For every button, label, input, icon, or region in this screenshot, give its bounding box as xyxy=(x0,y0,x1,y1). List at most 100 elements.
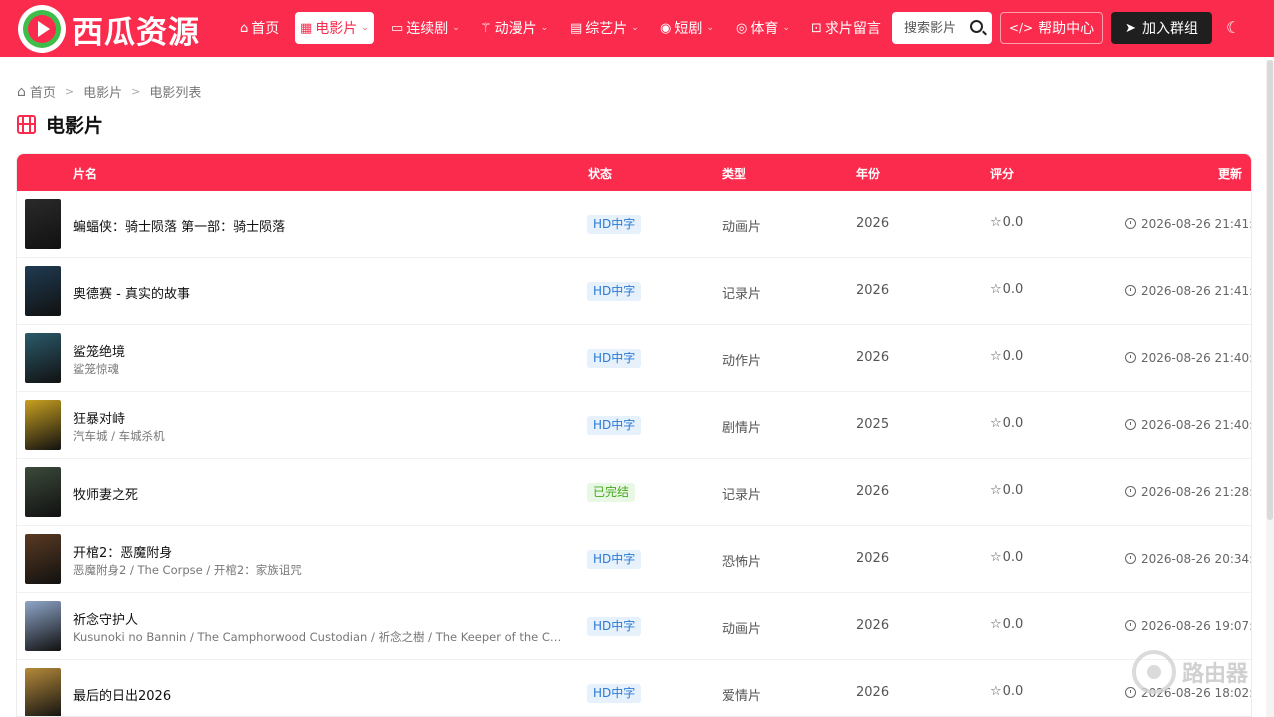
page-heading: 电影片 xyxy=(17,111,103,138)
movie-score: ☆0.0 xyxy=(990,550,1024,565)
movie-title[interactable]: 蝙蝠侠：骑士陨落 第一部：骑士陨落 xyxy=(73,216,285,235)
send-icon: ➤ xyxy=(1125,20,1136,36)
nav-item-sports[interactable]: ◎ 体育 ⌄ xyxy=(731,12,795,44)
film-icon xyxy=(17,115,36,134)
movie-title[interactable]: 鲨笼绝境 xyxy=(73,341,125,360)
update-time: 2026-08-26 21:40:1 xyxy=(1125,418,1251,432)
col-status: 状态 xyxy=(588,167,613,181)
chevron-down-icon: ⌄ xyxy=(361,23,369,33)
movie-title[interactable]: 最后的日出2026 xyxy=(73,685,171,704)
table-header: 片名 状态 类型 年份 评分 更新 xyxy=(17,154,1251,191)
dark-mode-moon-icon[interactable]: ☾ xyxy=(1226,18,1240,37)
movie-type: 动画片 xyxy=(722,622,762,637)
help-center-button[interactable]: </> 帮助中心 xyxy=(1000,12,1103,44)
col-year: 年份 xyxy=(856,167,881,181)
chevron-down-icon: ⌄ xyxy=(540,23,549,33)
poster-image[interactable] xyxy=(25,199,61,249)
update-time: 2026-08-26 19:07:1 xyxy=(1125,619,1251,633)
movie-title[interactable]: 狂暴对峙 xyxy=(73,408,125,427)
col-title: 片名 xyxy=(73,167,98,181)
movie-title[interactable]: 祈念守护人 xyxy=(73,609,138,628)
home-icon: ⌂ xyxy=(240,20,249,36)
movie-title[interactable]: 奥德赛 - 真实的故事 xyxy=(73,283,190,302)
movie-title[interactable]: 牧师妻之死 xyxy=(73,484,138,503)
chevron-down-icon: ⌄ xyxy=(452,23,460,33)
clock-icon xyxy=(1125,553,1136,564)
movie-alias: 鲨笼惊魂 xyxy=(73,362,119,376)
tv-icon: ▭ xyxy=(391,20,404,36)
chevron-down-icon: ⌄ xyxy=(782,23,790,33)
scrollbar-thumb[interactable] xyxy=(1267,60,1273,520)
status-badge: HD中字 xyxy=(587,282,642,301)
nav-label: 电影片 xyxy=(315,21,358,37)
table-row[interactable]: 奥德赛 - 真实的故事 HD中字 记录片 2026 ☆0.0 2026-08-2… xyxy=(17,258,1251,325)
movie-year: 2026 xyxy=(856,484,890,499)
poster-image[interactable] xyxy=(25,467,61,517)
search-icon[interactable] xyxy=(970,20,983,33)
watermark-text: 路由器 xyxy=(1182,662,1249,687)
poster-image[interactable] xyxy=(25,668,61,716)
poster-image[interactable] xyxy=(25,266,61,316)
poster-image[interactable] xyxy=(25,601,61,651)
status-badge: HD中字 xyxy=(587,617,642,636)
site-logo[interactable]: 西瓜资源 xyxy=(18,4,200,54)
nav-item-home[interactable]: ⌂ 首页 xyxy=(235,12,284,44)
star-icon: ☆ xyxy=(990,617,1002,632)
message-icon: ⊡ xyxy=(811,20,822,36)
clock-icon xyxy=(1125,486,1136,497)
chevron-right-icon: > xyxy=(131,85,141,98)
nav-item-short-drama[interactable]: ◉ 短剧 ⌄ xyxy=(655,12,719,44)
code-icon: </> xyxy=(1008,21,1034,35)
table-row[interactable]: 狂暴对峙 汽车城 / 车城杀机 HD中字 剧情片 2025 ☆0.0 2026-… xyxy=(17,392,1251,459)
update-time: 2026-08-26 21:40:4 xyxy=(1125,351,1251,365)
chevron-right-icon: > xyxy=(64,85,75,98)
status-badge: HD中字 xyxy=(587,550,642,569)
watermelon-logo-icon xyxy=(18,5,66,53)
update-time: 2026-08-26 21:41:1 xyxy=(1125,284,1251,298)
nav-label: 体育 xyxy=(750,21,779,37)
table-row[interactable]: 开棺2：恶魔附身 恶魔附身2 / The Corpse / 开棺2：家族诅咒 H… xyxy=(17,526,1251,593)
nav-item-series[interactable]: ▭ 连续剧 ⌄ xyxy=(386,12,465,44)
table-row[interactable]: 牧师妻之死 已完结 记录片 2026 ☆0.0 2026-08-26 21:28… xyxy=(17,459,1251,526)
poster-image[interactable] xyxy=(25,400,61,450)
ticket-icon: ▤ xyxy=(570,20,583,36)
poster-image[interactable] xyxy=(25,333,61,383)
chevron-down-icon: ⌄ xyxy=(706,23,714,33)
circle-play-icon: ◎ xyxy=(736,20,748,36)
search-input[interactable] xyxy=(904,20,972,36)
movie-type: 恐怖片 xyxy=(722,555,762,570)
status-badge: 已完结 xyxy=(587,483,636,502)
table-row[interactable]: 蝙蝠侠：骑士陨落 第一部：骑士陨落 HD中字 动画片 2026 ☆0.0 202… xyxy=(17,191,1251,258)
breadcrumb-home[interactable]: 首页 xyxy=(30,82,56,101)
join-group-button[interactable]: ➤ 加入群组 xyxy=(1111,12,1212,44)
clock-icon xyxy=(1125,419,1136,430)
movie-score: ☆0.0 xyxy=(990,215,1024,230)
movie-title[interactable]: 开棺2：恶魔附身 xyxy=(73,542,172,561)
star-icon: ☆ xyxy=(990,349,1002,364)
nav-item-request[interactable]: ⊡ 求片留言 xyxy=(806,12,886,44)
table-row[interactable]: 鲨笼绝境 鲨笼惊魂 HD中字 动作片 2026 ☆0.0 2026-08-26 … xyxy=(17,325,1251,392)
update-time: 2026-08-26 21:41:5 xyxy=(1125,217,1251,231)
table-row[interactable]: 祈念守护人 Kusunoki no Bannin / The Camphorwo… xyxy=(17,593,1251,660)
film-icon: ▦ xyxy=(300,20,313,36)
poster-image[interactable] xyxy=(25,534,61,584)
movie-score: ☆0.0 xyxy=(990,483,1024,498)
table-row[interactable]: 最后的日出2026 HD中字 爱情片 2026 ☆0.0 2026-08-26 … xyxy=(17,660,1251,716)
movie-score: ☆0.0 xyxy=(990,349,1024,364)
nav-item-anime[interactable]: ⚚ 动漫片 ⌄ xyxy=(475,12,553,44)
update-time: 2026-08-26 20:34:3 xyxy=(1125,552,1251,566)
clock-icon xyxy=(1125,352,1136,363)
breadcrumb-movies[interactable]: 电影片 xyxy=(83,82,122,101)
nav-item-variety[interactable]: ▤ 综艺片 ⌄ xyxy=(565,12,644,44)
home-icon: ⌂ xyxy=(17,83,26,100)
star-icon: ☆ xyxy=(990,416,1002,431)
update-time: 2026-08-26 21:28:3 xyxy=(1125,485,1251,499)
status-badge: HD中字 xyxy=(587,684,642,703)
movie-year: 2025 xyxy=(856,417,890,432)
clock-icon xyxy=(1125,620,1136,631)
nav-item-movies[interactable]: ▦ 电影片 ⌄ xyxy=(295,12,374,44)
star-icon: ☆ xyxy=(990,550,1002,565)
movie-alias: 汽车城 / 车城杀机 xyxy=(73,429,165,443)
page-scrollbar[interactable] xyxy=(1266,60,1274,717)
nav-label: 求片留言 xyxy=(824,21,881,37)
